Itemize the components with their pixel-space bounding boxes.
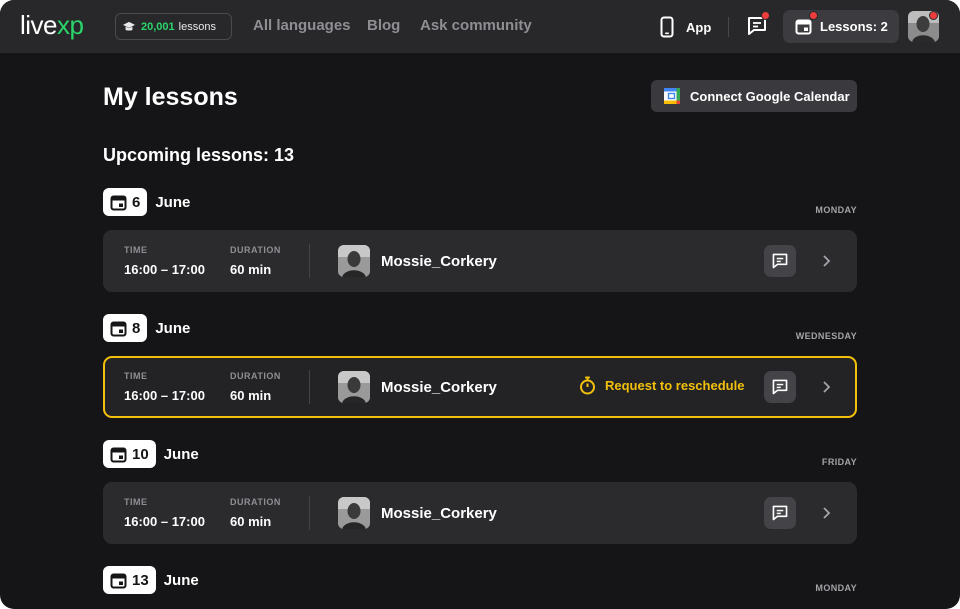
weekday-label: FRIDAY bbox=[821, 457, 857, 467]
day-month: June bbox=[163, 445, 199, 463]
lessons-button-label: Lessons: 2 bbox=[820, 19, 888, 34]
calendar-icon bbox=[795, 19, 812, 35]
card-divider bbox=[309, 496, 310, 530]
lessons-notification-dot bbox=[809, 11, 818, 20]
day-number: 6 bbox=[132, 193, 141, 211]
tutor-avatar-image bbox=[338, 371, 370, 403]
messages-notification-dot bbox=[761, 11, 770, 20]
chat-icon bbox=[772, 505, 788, 521]
stopwatch-icon bbox=[580, 376, 595, 395]
nav-blog[interactable]: Blog bbox=[367, 17, 400, 35]
weekday-label: WEDNESDAY bbox=[795, 331, 857, 341]
time-value: 16:00 – 17:00 bbox=[124, 514, 205, 529]
lessons-button[interactable]: Lessons: 2 bbox=[783, 10, 899, 43]
day-number: 10 bbox=[132, 445, 149, 463]
page-title: My lessons bbox=[103, 83, 238, 111]
duration-label: DURATION bbox=[230, 497, 281, 507]
duration-label: DURATION bbox=[230, 371, 281, 381]
day-header: 6 June bbox=[103, 188, 190, 216]
lesson-card[interactable]: TIME 16:00 – 17:00 DURATION 60 min Mossi… bbox=[103, 482, 857, 544]
phone-icon bbox=[660, 16, 674, 38]
calendar-icon bbox=[110, 321, 127, 336]
time-value: 16:00 – 17:00 bbox=[124, 262, 205, 277]
lessons-count-pill[interactable]: 20,001 lessons bbox=[115, 13, 232, 40]
day-month: June bbox=[155, 193, 191, 211]
time-label: TIME bbox=[124, 497, 148, 507]
app-label: App bbox=[686, 19, 712, 35]
duration-value: 60 min bbox=[230, 388, 272, 403]
google-calendar-icon bbox=[664, 88, 680, 104]
day-month: June bbox=[163, 571, 199, 589]
weekday-label: MONDAY bbox=[815, 583, 857, 593]
reschedule-label: Request to reschedule bbox=[605, 378, 745, 393]
tutor-name[interactable]: Mossie_Corkery bbox=[381, 379, 497, 396]
logo-main: live bbox=[20, 10, 58, 40]
duration-label: DURATION bbox=[230, 245, 281, 255]
chat-icon bbox=[772, 379, 788, 395]
day-number: 8 bbox=[132, 319, 141, 337]
calendar-icon bbox=[110, 573, 127, 588]
chat-icon bbox=[772, 253, 788, 269]
nav-ask-community[interactable]: Ask community bbox=[420, 17, 532, 35]
app-window: livexp 20,001 lessons All languages Blog… bbox=[0, 0, 960, 609]
reschedule-request-status[interactable]: Request to reschedule bbox=[579, 376, 744, 395]
duration-value: 60 min bbox=[230, 514, 272, 529]
tutor-avatar[interactable] bbox=[338, 497, 370, 529]
day-badge: 6 bbox=[103, 188, 148, 216]
time-label: TIME bbox=[124, 371, 148, 381]
day-badge: 8 bbox=[103, 314, 148, 342]
day-badge: 10 bbox=[103, 440, 156, 468]
tutor-avatar[interactable] bbox=[338, 371, 370, 403]
chevron-right-icon[interactable] bbox=[821, 380, 831, 394]
card-divider bbox=[309, 370, 310, 404]
time-value: 16:00 – 17:00 bbox=[124, 388, 205, 403]
calendar-icon bbox=[110, 447, 127, 462]
lesson-chat-button[interactable] bbox=[764, 497, 796, 529]
card-divider bbox=[309, 244, 310, 278]
weekday-label: MONDAY bbox=[815, 205, 857, 215]
day-badge: 13 bbox=[103, 566, 156, 594]
avatar-notification-dot bbox=[929, 11, 938, 20]
day-header: 8 June bbox=[103, 314, 190, 342]
calendar-icon bbox=[110, 195, 127, 210]
upcoming-lessons-heading: Upcoming lessons: 13 bbox=[103, 145, 295, 165]
app-link[interactable]: App bbox=[660, 15, 711, 39]
duration-value: 60 min bbox=[230, 262, 272, 277]
nav-divider bbox=[728, 17, 729, 37]
graduation-cap-icon bbox=[123, 21, 135, 31]
time-label: TIME bbox=[124, 245, 148, 255]
chevron-right-icon[interactable] bbox=[821, 506, 831, 520]
tutor-avatar-image bbox=[338, 497, 370, 529]
tutor-avatar[interactable] bbox=[338, 245, 370, 277]
chevron-right-icon[interactable] bbox=[821, 254, 831, 268]
connect-google-calendar-button[interactable]: Connect Google Calendar bbox=[651, 80, 857, 112]
logo[interactable]: livexp bbox=[20, 8, 84, 42]
lesson-card[interactable]: TIME 16:00 – 17:00 DURATION 60 min Mossi… bbox=[103, 230, 857, 292]
lessons-count-label: lessons bbox=[178, 20, 216, 33]
lesson-chat-button[interactable] bbox=[764, 371, 796, 403]
day-month: June bbox=[155, 319, 191, 337]
lesson-card-reschedule[interactable]: TIME 16:00 – 17:00 DURATION 60 min Mossi… bbox=[103, 356, 857, 418]
day-header: 13 June bbox=[103, 566, 199, 594]
tutor-avatar-image bbox=[338, 245, 370, 277]
connect-google-calendar-label: Connect Google Calendar bbox=[690, 88, 850, 104]
day-header: 10 June bbox=[103, 440, 199, 468]
top-navigation-bar: livexp 20,001 lessons All languages Blog… bbox=[0, 0, 960, 53]
lesson-chat-button[interactable] bbox=[764, 245, 796, 277]
lessons-count: 20,001 bbox=[141, 20, 175, 33]
logo-accent: xp bbox=[57, 10, 84, 40]
day-number: 13 bbox=[132, 571, 149, 589]
tutor-name[interactable]: Mossie_Corkery bbox=[381, 253, 497, 270]
nav-all-languages[interactable]: All languages bbox=[253, 17, 351, 35]
tutor-name[interactable]: Mossie_Corkery bbox=[381, 505, 497, 522]
messages-button[interactable] bbox=[746, 11, 770, 37]
